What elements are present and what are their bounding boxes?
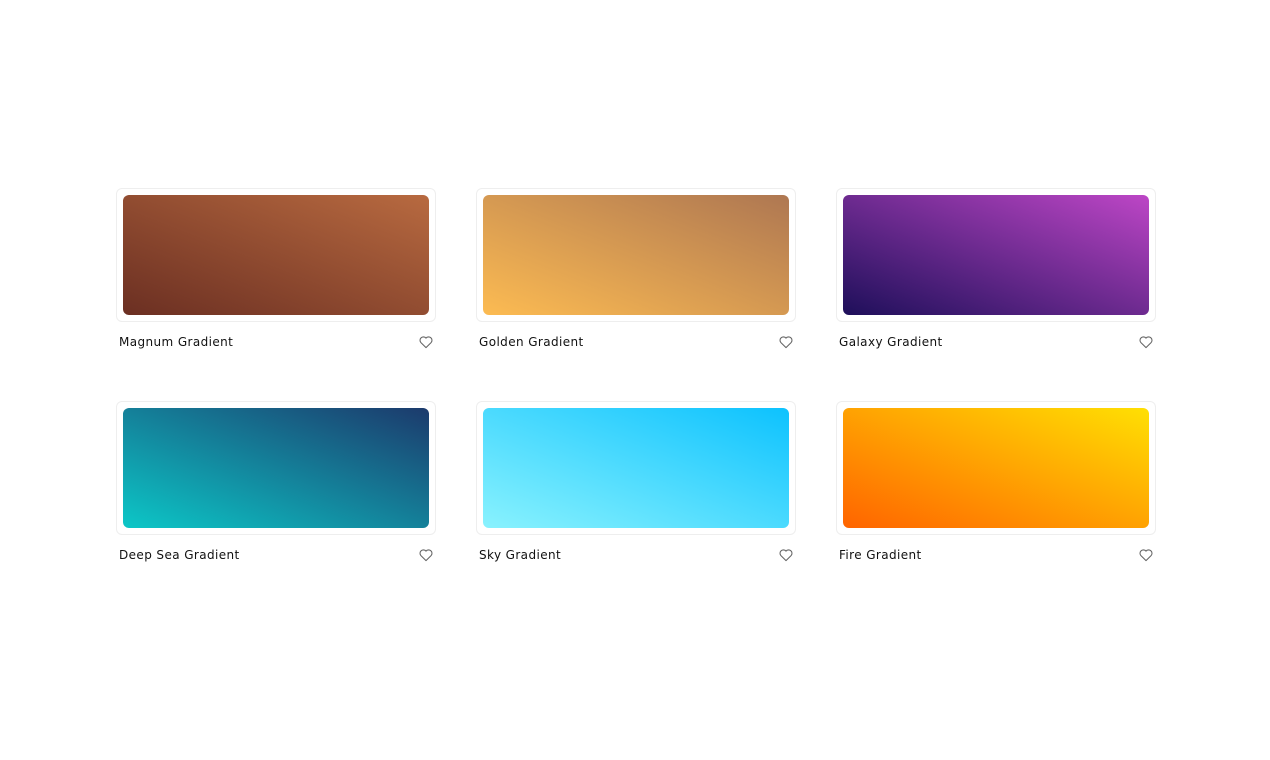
gradient-card[interactable]: Galaxy Gradient [836, 188, 1156, 355]
swatch-frame[interactable] [116, 188, 436, 322]
favorite-button[interactable] [777, 546, 795, 564]
card-footer: Sky Gradient [476, 542, 796, 568]
gradient-name: Galaxy Gradient [839, 335, 943, 349]
gradient-name: Magnum Gradient [119, 335, 234, 349]
swatch-frame[interactable] [836, 401, 1156, 535]
gradient-swatch[interactable] [123, 408, 429, 528]
gradient-swatch[interactable] [483, 195, 789, 315]
gradient-card[interactable]: Deep Sea Gradient [116, 401, 436, 568]
gradient-card[interactable]: Fire Gradient [836, 401, 1156, 568]
favorite-button[interactable] [1137, 546, 1155, 564]
gradient-swatch[interactable] [483, 408, 789, 528]
card-footer: Magnum Gradient [116, 329, 436, 355]
gradient-card[interactable]: Sky Gradient [476, 401, 796, 568]
heart-outline-icon [1139, 336, 1153, 349]
favorite-button[interactable] [1137, 333, 1155, 351]
gradient-card[interactable]: Golden Gradient [476, 188, 796, 355]
gradient-name: Deep Sea Gradient [119, 548, 240, 562]
favorite-button[interactable] [417, 546, 435, 564]
gradient-name: Fire Gradient [839, 548, 922, 562]
swatch-frame[interactable] [476, 401, 796, 535]
swatch-frame[interactable] [836, 188, 1156, 322]
heart-outline-icon [419, 336, 433, 349]
favorite-button[interactable] [417, 333, 435, 351]
swatch-frame[interactable] [116, 401, 436, 535]
heart-outline-icon [419, 549, 433, 562]
gradient-name: Sky Gradient [479, 548, 562, 562]
heart-outline-icon [779, 549, 793, 562]
card-footer: Galaxy Gradient [836, 329, 1156, 355]
card-footer: Fire Gradient [836, 542, 1156, 568]
gradient-swatch[interactable] [843, 408, 1149, 528]
heart-outline-icon [1139, 549, 1153, 562]
card-footer: Deep Sea Gradient [116, 542, 436, 568]
swatch-frame[interactable] [476, 188, 796, 322]
card-footer: Golden Gradient [476, 329, 796, 355]
gradient-card[interactable]: Magnum Gradient [116, 188, 436, 355]
gradient-name: Golden Gradient [479, 335, 584, 349]
favorite-button[interactable] [777, 333, 795, 351]
gradient-swatch[interactable] [123, 195, 429, 315]
gradient-swatch[interactable] [843, 195, 1149, 315]
heart-outline-icon [779, 336, 793, 349]
gradient-grid: Magnum Gradient Golden Gradient Galaxy G… [116, 188, 1156, 568]
